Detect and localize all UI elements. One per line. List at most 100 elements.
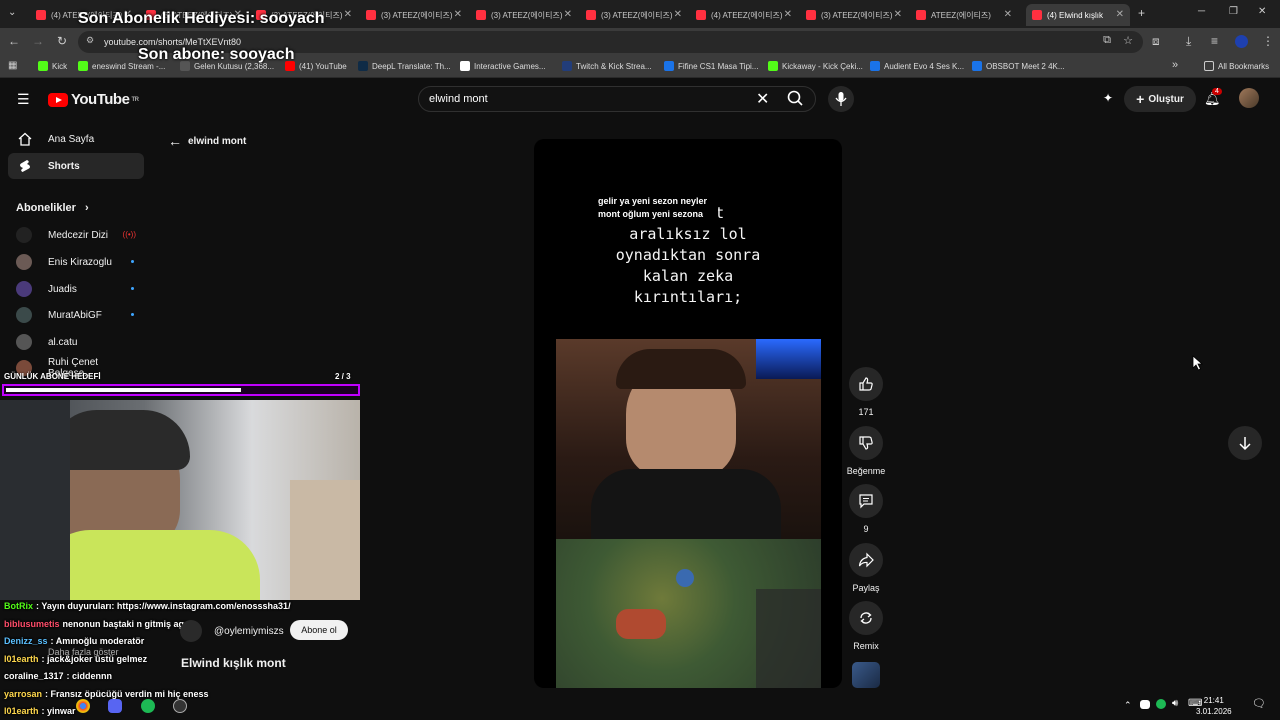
clock-date: 3.01.2026: [1196, 707, 1232, 716]
minimize-icon[interactable]: ─: [1198, 6, 1205, 17]
chat-message: BotRix: Yayın duyuruları: https://www.in…: [4, 601, 291, 611]
person-hair: [616, 349, 746, 389]
sound-thumbnail[interactable]: [852, 662, 880, 688]
show-more-link[interactable]: Daha fazla göster: [48, 647, 119, 657]
discord-tray-icon[interactable]: [1140, 700, 1150, 709]
hamburger-menu-icon[interactable]: ☰: [17, 91, 30, 108]
site-info-icon[interactable]: ⚙: [86, 35, 94, 46]
browser-tab[interactable]: (3) ATEEZ(에이티즈) ✕: [360, 4, 468, 26]
bookmark-item[interactable]: DeepL Translate: Th...: [358, 61, 451, 71]
close-icon[interactable]: ✕: [894, 9, 902, 20]
restore-icon[interactable]: ❐: [1229, 6, 1238, 17]
browser-tab[interactable]: ATEEZ(에이티즈) ✕: [910, 4, 1018, 26]
notification-center-icon[interactable]: 🗨: [1252, 697, 1266, 710]
bookmark-item[interactable]: Fifine CS1 Masa Tipi...: [664, 61, 758, 71]
extensions-icon[interactable]: ⧈: [1152, 34, 1160, 49]
short-title[interactable]: Elwind kışlık mont: [181, 656, 286, 670]
sidebar-item-home[interactable]: Ana Sayfa: [8, 126, 144, 152]
back-icon[interactable]: ←: [8, 34, 20, 48]
browser-tab-active[interactable]: (4) Elwind kışlık ✕: [1026, 4, 1130, 26]
share-arrow-icon: [849, 543, 883, 577]
subscription-item[interactable]: Medcezir Dizi ((•)): [16, 225, 136, 245]
search-button[interactable]: [782, 87, 810, 111]
close-icon[interactable]: ✕: [674, 9, 682, 20]
share-label: Paylaş: [852, 583, 880, 593]
subscription-item[interactable]: al.catu: [16, 332, 136, 352]
discord-taskbar-icon[interactable]: [108, 699, 122, 713]
profile-icon[interactable]: [1235, 35, 1248, 48]
new-content-dot: [131, 287, 134, 290]
bookmark-item[interactable]: Kick: [38, 61, 67, 71]
youtube-favicon-icon: [1032, 10, 1042, 20]
check-icon: [972, 61, 982, 71]
browser-tab[interactable]: (4) ATEEZ(에이티즈) ✕: [690, 4, 798, 26]
share-button[interactable]: Paylaş: [849, 543, 883, 593]
browser-tab[interactable]: (3) ATEEZ(에이티즈) ✕: [580, 4, 688, 26]
like-button[interactable]: 171: [849, 367, 883, 417]
chrome-taskbar-icon[interactable]: [76, 699, 90, 713]
avatar[interactable]: [1239, 88, 1259, 108]
short-video-player[interactable]: ... saat aralıksız lol oynadıktan sonra …: [534, 139, 842, 688]
kick-icon: [768, 61, 778, 71]
bookmark-item[interactable]: Interactive Games...: [460, 61, 546, 71]
taskbar-clock[interactable]: 21:41 3.01.2026: [1196, 695, 1232, 717]
youtube-favicon-icon: [696, 10, 706, 20]
bookmark-label: Kickaway - Kick Çeki...: [782, 61, 863, 71]
speaker-icon[interactable]: 🔊︎: [1172, 698, 1178, 709]
chat-username: biblusumetis: [4, 618, 60, 629]
new-tab-icon[interactable]: +: [1138, 6, 1145, 20]
browser-tab[interactable]: (3) ATEEZ(에이티즈) ✕: [470, 4, 578, 26]
clear-search-icon[interactable]: ✕: [756, 89, 769, 109]
comments-button[interactable]: 9: [849, 484, 883, 534]
channel-handle[interactable]: @oylemiymiszs: [214, 626, 284, 637]
close-icon[interactable]: ✕: [344, 9, 352, 20]
more-bookmarks-icon[interactable]: »: [1172, 59, 1178, 71]
video-webcam-frame: [556, 339, 821, 539]
sidebar-item-shorts[interactable]: Shorts: [8, 153, 144, 179]
obs-taskbar-icon[interactable]: [173, 699, 187, 713]
spotify-taskbar-icon[interactable]: [141, 699, 155, 713]
subscribe-button[interactable]: Abone ol: [290, 620, 348, 640]
chat-text: : Yayın duyuruları: https://www.instagra…: [36, 601, 291, 611]
bookmark-item[interactable]: Kickaway - Kick Çeki...: [768, 61, 863, 71]
install-app-icon[interactable]: ⧉: [1103, 34, 1111, 47]
subscription-item[interactable]: Enis Kirazoglu: [16, 252, 136, 272]
logo-text: YouTube: [71, 91, 130, 108]
close-window-icon[interactable]: ✕: [1258, 6, 1266, 17]
forward-icon[interactable]: →: [32, 34, 44, 48]
close-icon[interactable]: ✕: [784, 9, 792, 20]
voice-search-button[interactable]: [828, 86, 854, 112]
spotify-tray-icon[interactable]: [1156, 699, 1166, 709]
youtube-logo[interactable]: YouTube TR: [48, 91, 139, 108]
all-bookmarks-item[interactable]: All Bookmarks: [1204, 61, 1269, 71]
remix-icon: [849, 601, 883, 635]
close-icon[interactable]: ✕: [564, 9, 572, 20]
channel-avatar[interactable]: [180, 620, 202, 642]
dislike-button[interactable]: Beğenme: [847, 426, 885, 476]
tab-search-icon[interactable]: ⌄: [8, 7, 16, 18]
kick-icon: [38, 61, 48, 71]
browser-tab[interactable]: (3) ATEEZ(에이티즈) ✕: [800, 4, 908, 26]
close-icon[interactable]: ✕: [1116, 9, 1124, 20]
cast-sparkle-icon[interactable]: ✦: [1103, 91, 1113, 105]
create-button[interactable]: + Oluştur: [1124, 86, 1196, 112]
subscription-item[interactable]: MuratAbiGF: [16, 305, 136, 325]
bookmark-item[interactable]: Twitch & Kick Strea...: [562, 61, 652, 71]
bookmark-star-icon[interactable]: ☆: [1123, 34, 1133, 47]
bookmark-item[interactable]: OBSBOT Meet 2 4K...: [972, 61, 1065, 71]
next-short-button[interactable]: [1228, 426, 1262, 460]
subscription-item[interactable]: Juadis: [16, 279, 136, 299]
remix-button[interactable]: Remix: [849, 601, 883, 651]
bookmark-item[interactable]: Audient Evo 4 Ses K...: [870, 61, 964, 71]
menu-kebab-icon[interactable]: ⋮: [1262, 34, 1274, 48]
subscriptions-header[interactable]: Abonelikler ›: [16, 202, 89, 214]
tray-chevron-icon[interactable]: ⌃: [1124, 700, 1132, 711]
close-icon[interactable]: ✕: [1004, 9, 1012, 20]
back-to-search-link[interactable]: ← elwind mont: [168, 133, 246, 149]
close-icon[interactable]: ✕: [454, 9, 462, 20]
download-icon[interactable]: ⤓: [1186, 34, 1191, 49]
reload-icon[interactable]: ↻: [57, 34, 67, 48]
apps-grid-icon[interactable]: ▦: [8, 60, 17, 71]
youtube-favicon-icon: [366, 10, 376, 20]
media-control-icon[interactable]: ≡: [1211, 34, 1218, 48]
